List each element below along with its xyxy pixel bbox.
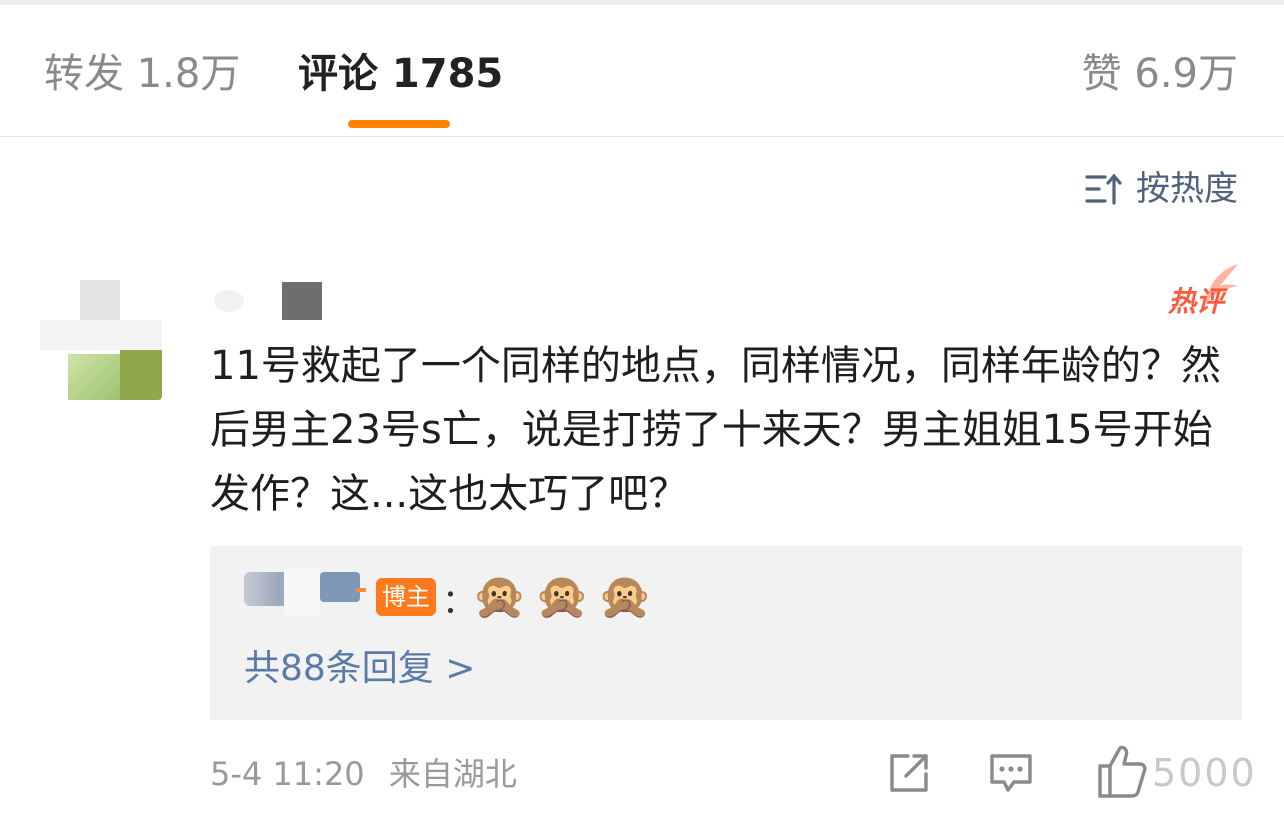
comment-text: 11号救起了一个同样的地点，同样情况，同样年龄的？然后男主23号s亡，说是打捞了… <box>210 343 1221 517</box>
comment-location: 来自湖北 <box>388 755 517 793</box>
sort-button[interactable]: 按热度 <box>1084 166 1238 212</box>
comment-meta: 5-4 11:20 来自湖北 <box>210 752 517 796</box>
share-button[interactable] <box>886 750 932 796</box>
active-tab-indicator <box>348 120 450 128</box>
tab-repost[interactable]: 转发 1.8万 <box>44 46 240 102</box>
comment-icon <box>990 754 1032 792</box>
tab-comment[interactable]: 评论 1785 <box>298 46 503 102</box>
comment-time: 5-4 11:20 <box>210 755 365 793</box>
sort-icon <box>1085 173 1122 205</box>
tab-like[interactable]: 赞 6.9万 <box>1082 46 1238 102</box>
like-button[interactable]: 5000 <box>1096 742 1256 802</box>
comment-button[interactable] <box>988 750 1034 796</box>
reply-colon: ： <box>442 582 476 622</box>
share-icon <box>890 754 928 792</box>
monkey-emoji: 🙊🙊🙊 <box>472 571 661 622</box>
avatar[interactable] <box>40 270 162 400</box>
hot-comment-label: 热评 <box>1168 285 1225 318</box>
thumbs-up-icon <box>1098 745 1147 798</box>
username-redacted[interactable] <box>210 282 322 320</box>
sort-label: 按热度 <box>1136 169 1238 209</box>
hot-comment-badge: 热评 <box>1164 262 1240 318</box>
like-count: 5000 <box>1152 751 1257 795</box>
reply-username-redacted[interactable] <box>244 568 368 620</box>
reply-preview[interactable]: 博主 ： 🙊🙊🙊 共88条回复 > <box>210 546 1242 720</box>
top-strip <box>0 0 1284 5</box>
author-badge: 博主 <box>376 578 436 616</box>
tab-divider <box>0 136 1284 137</box>
view-replies-link[interactable]: 共88条回复 > <box>244 644 475 694</box>
